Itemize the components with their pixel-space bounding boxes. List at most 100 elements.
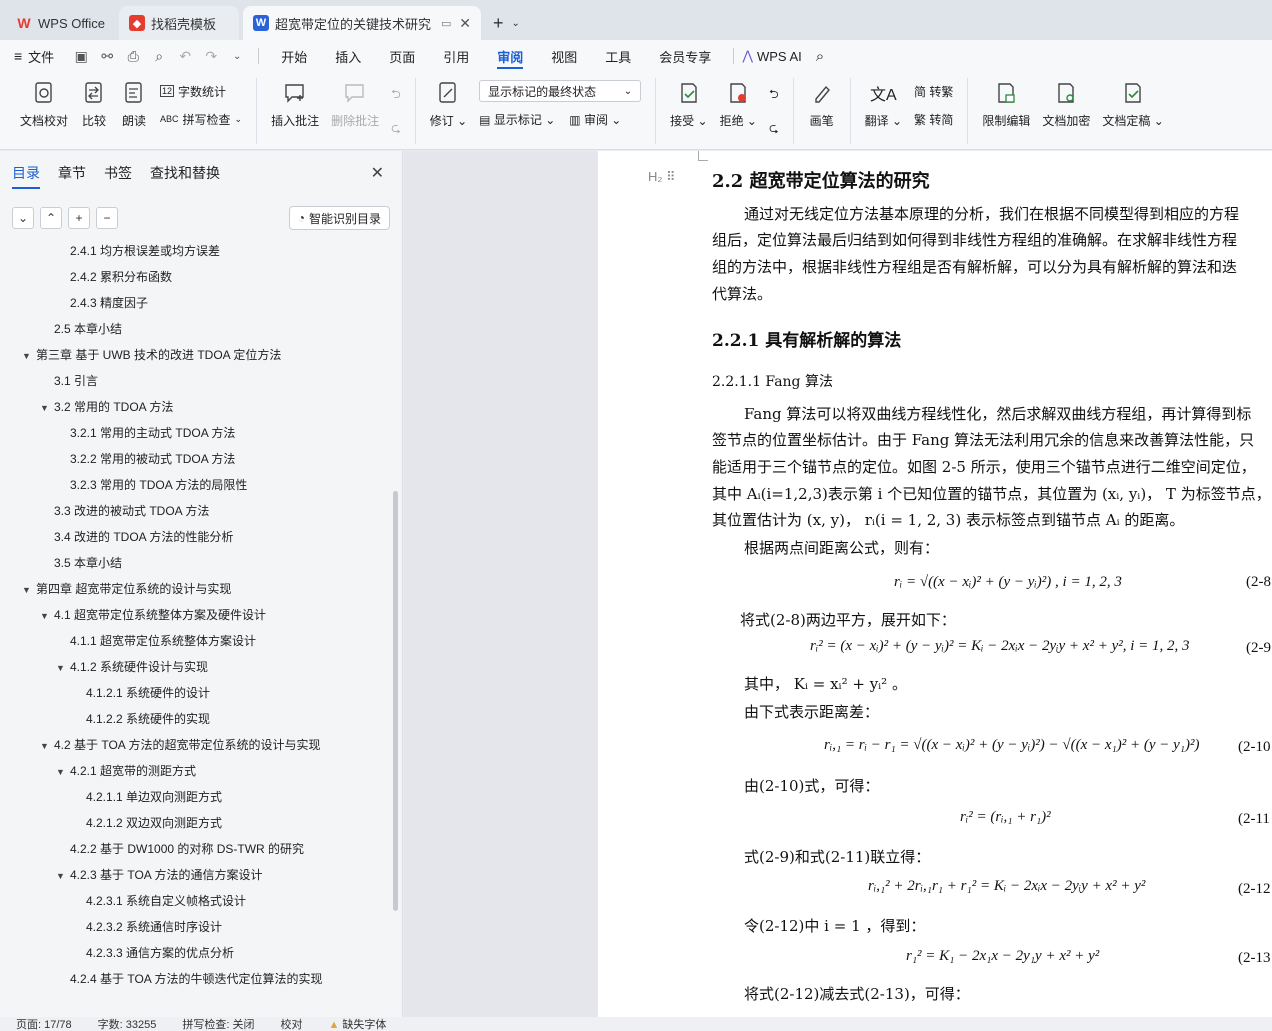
- markup-mode-select[interactable]: 显示标记的最终状态 ⌄: [479, 80, 642, 102]
- proofread-status[interactable]: 校对: [280, 1017, 302, 1031]
- review-pane-button[interactable]: ▥ 审阅 ⌄: [569, 111, 621, 128]
- toc-item[interactable]: 2.5 本章小结: [54, 319, 122, 339]
- toc-item[interactable]: 4.2.3.1 系统自定义帧格式设计: [86, 891, 246, 911]
- toc-item[interactable]: 3.5 本章小结: [54, 553, 122, 573]
- tab-find-replace[interactable]: 查找和替换: [150, 163, 220, 183]
- reject-button[interactable]: 拒绝 ⌄: [714, 78, 763, 129]
- read-aloud-button[interactable]: 朗读: [114, 78, 154, 129]
- next-change-icon[interactable]: ⮎: [769, 118, 779, 140]
- restrict-edit-button[interactable]: 限制编辑: [976, 78, 1036, 129]
- show-markup-button[interactable]: ▤ 显示标记 ⌄: [479, 111, 555, 128]
- page-indicator[interactable]: 页面: 17/78: [16, 1017, 72, 1031]
- expand-triangle-icon[interactable]: ▼: [22, 346, 36, 366]
- toc-item[interactable]: 4.2.1.1 单边双向测距方式: [86, 787, 222, 807]
- to-simplified-button[interactable]: 繁 转简: [914, 108, 953, 130]
- menu-page[interactable]: 页面: [375, 40, 429, 72]
- pen-button[interactable]: 画笔: [802, 78, 842, 129]
- print-preview-icon[interactable]: ⌕: [146, 40, 172, 72]
- menu-insert[interactable]: 插入: [321, 40, 375, 72]
- toc-item[interactable]: 3.1 引言: [54, 371, 98, 391]
- undo-icon[interactable]: ↶: [172, 40, 198, 72]
- translate-button[interactable]: 文A 翻译 ⌄: [859, 78, 908, 129]
- expand-triangle-icon[interactable]: ▼: [40, 606, 54, 626]
- tab-bookmark[interactable]: 书签: [104, 163, 132, 183]
- tab-toc[interactable]: 目录: [12, 163, 40, 189]
- chevron-down-icon[interactable]: ⌄: [511, 18, 519, 29]
- menu-view[interactable]: 视图: [537, 40, 591, 72]
- toc-item[interactable]: 2.4.3 精度因子: [70, 293, 148, 313]
- toc-item[interactable]: 2.4.1 均方根误差或均方误差: [70, 241, 220, 261]
- toc-item[interactable]: 4.2.2 基于 DW1000 的对称 DS-TWR 的研究: [70, 839, 304, 859]
- minus-icon[interactable]: −: [96, 207, 118, 229]
- tab-wps-office[interactable]: W WPS Office: [6, 6, 115, 40]
- scrollbar[interactable]: [393, 491, 398, 911]
- toc-item[interactable]: ▼ 第三章 基于 UWB 技术的改进 TDOA 定位方法: [22, 345, 281, 365]
- share-icon[interactable]: ⚯: [94, 40, 120, 72]
- expand-triangle-icon[interactable]: ▼: [56, 866, 70, 886]
- toc-item[interactable]: 4.1.1 超宽带定位系统整体方案设计: [70, 631, 256, 651]
- accept-button[interactable]: 接受 ⌄: [664, 78, 713, 129]
- menu-membership[interactable]: 会员专享: [645, 40, 725, 72]
- word-count[interactable]: 字数: 33255: [98, 1017, 157, 1031]
- toc-item[interactable]: 3.2.3 常用的 TDOA 方法的局限性: [70, 475, 247, 495]
- collapse-up-icon[interactable]: ⌃: [40, 207, 62, 229]
- toc-item[interactable]: ▼ 4.2.1 超宽带的测距方式: [56, 761, 196, 781]
- toc-item[interactable]: 3.2.2 常用的被动式 TDOA 方法: [70, 449, 235, 469]
- toc-item[interactable]: 4.2.4 基于 TOA 方法的牛顿迭代定位算法的实现: [70, 969, 322, 989]
- chevron-down-icon[interactable]: ⌄: [224, 40, 250, 72]
- toc-item[interactable]: 4.1.2.2 系统硬件的实现: [86, 709, 210, 729]
- toc-item[interactable]: 4.1.2.1 系统硬件的设计: [86, 683, 210, 703]
- word-count-button[interactable]: 12 字数统计: [160, 80, 242, 102]
- spell-check-status[interactable]: 拼写检查: 关闭: [182, 1017, 254, 1031]
- expand-triangle-icon[interactable]: ▼: [40, 736, 54, 756]
- to-traditional-button[interactable]: 简 转繁: [914, 80, 953, 102]
- menu-tools[interactable]: 工具: [591, 40, 645, 72]
- toc-item[interactable]: ▼ 4.2.3 基于 TOA 方法的通信方案设计: [56, 865, 262, 885]
- print-icon[interactable]: ⎙: [120, 40, 146, 72]
- menu-reference[interactable]: 引用: [429, 40, 483, 72]
- tab-chapter[interactable]: 章节: [58, 163, 86, 183]
- expand-triangle-icon[interactable]: ▼: [56, 762, 70, 782]
- missing-font-status[interactable]: ▲ 缺失字体: [328, 1017, 386, 1031]
- finalize-button[interactable]: 文档定稿 ⌄: [1096, 78, 1169, 129]
- encrypt-button[interactable]: 文档加密: [1036, 78, 1096, 129]
- toc-item[interactable]: ▼ 4.1 超宽带定位系统整体方案及硬件设计: [40, 605, 266, 625]
- expand-triangle-icon[interactable]: ▼: [56, 658, 70, 678]
- toc-item[interactable]: ▼ 第四章 超宽带定位系统的设计与实现: [22, 579, 231, 599]
- menu-review[interactable]: 审阅: [483, 40, 537, 72]
- delete-comment-button[interactable]: 删除批注: [325, 78, 385, 129]
- prev-change-icon[interactable]: ⮌: [769, 84, 779, 106]
- wps-ai-icon[interactable]: ⋀: [742, 48, 753, 64]
- close-icon[interactable]: ✕: [371, 163, 384, 183]
- toc-item[interactable]: 4.2.3.3 通信方案的优点分析: [86, 943, 234, 963]
- toc-item[interactable]: 4.2.3.2 系统通信时序设计: [86, 917, 222, 937]
- compare-button[interactable]: 比较: [74, 78, 114, 129]
- track-changes-button[interactable]: 修订 ⌄: [424, 78, 473, 129]
- save-icon[interactable]: ▣: [68, 40, 94, 72]
- expand-triangle-icon[interactable]: ▼: [40, 398, 54, 418]
- toc-item[interactable]: ▼ 4.1.2 系统硬件设计与实现: [56, 657, 208, 677]
- toc-item[interactable]: 3.2.1 常用的主动式 TDOA 方法: [70, 423, 235, 443]
- toc-item[interactable]: 2.4.2 累积分布函数: [70, 267, 172, 287]
- smart-toc-button[interactable]: ◔ 智能识别目录: [288, 206, 390, 230]
- tab-document[interactable]: W 超宽带定位的关键技术研究 毕 ▭ ✕: [242, 6, 481, 40]
- toc-item[interactable]: ▼ 3.2 常用的 TDOA 方法: [40, 397, 173, 417]
- spell-check-button[interactable]: ABC 拼写检查 ⌄: [160, 108, 242, 130]
- hamburger-icon[interactable]: ≡: [14, 48, 22, 64]
- toc-item[interactable]: ▼ 4.2 基于 TOA 方法的超宽带定位系统的设计与实现: [40, 735, 320, 755]
- heading-level-marker[interactable]: H₂ ⠿: [648, 169, 676, 185]
- file-menu[interactable]: 文件: [28, 47, 54, 66]
- expand-down-icon[interactable]: ⌄: [12, 207, 34, 229]
- redo-icon[interactable]: ↷: [198, 40, 224, 72]
- insert-comment-button[interactable]: 插入批注: [265, 78, 325, 129]
- new-tab-icon[interactable]: +: [493, 13, 504, 34]
- expand-triangle-icon[interactable]: ▼: [22, 580, 36, 600]
- add-icon[interactable]: +: [68, 207, 90, 229]
- doc-check-button[interactable]: 文档校对: [14, 78, 74, 129]
- tab-docer-template[interactable]: ◆ 找稻壳模板: [118, 6, 239, 40]
- toc-item[interactable]: 3.4 改进的 TDOA 方法的性能分析: [54, 527, 233, 547]
- toc-item[interactable]: 3.3 改进的被动式 TDOA 方法: [54, 501, 209, 521]
- search-icon[interactable]: ⌕: [816, 48, 824, 65]
- toc-item[interactable]: 4.2.1.2 双边双向测距方式: [86, 813, 222, 833]
- next-comment-icon[interactable]: ⮎: [391, 118, 401, 140]
